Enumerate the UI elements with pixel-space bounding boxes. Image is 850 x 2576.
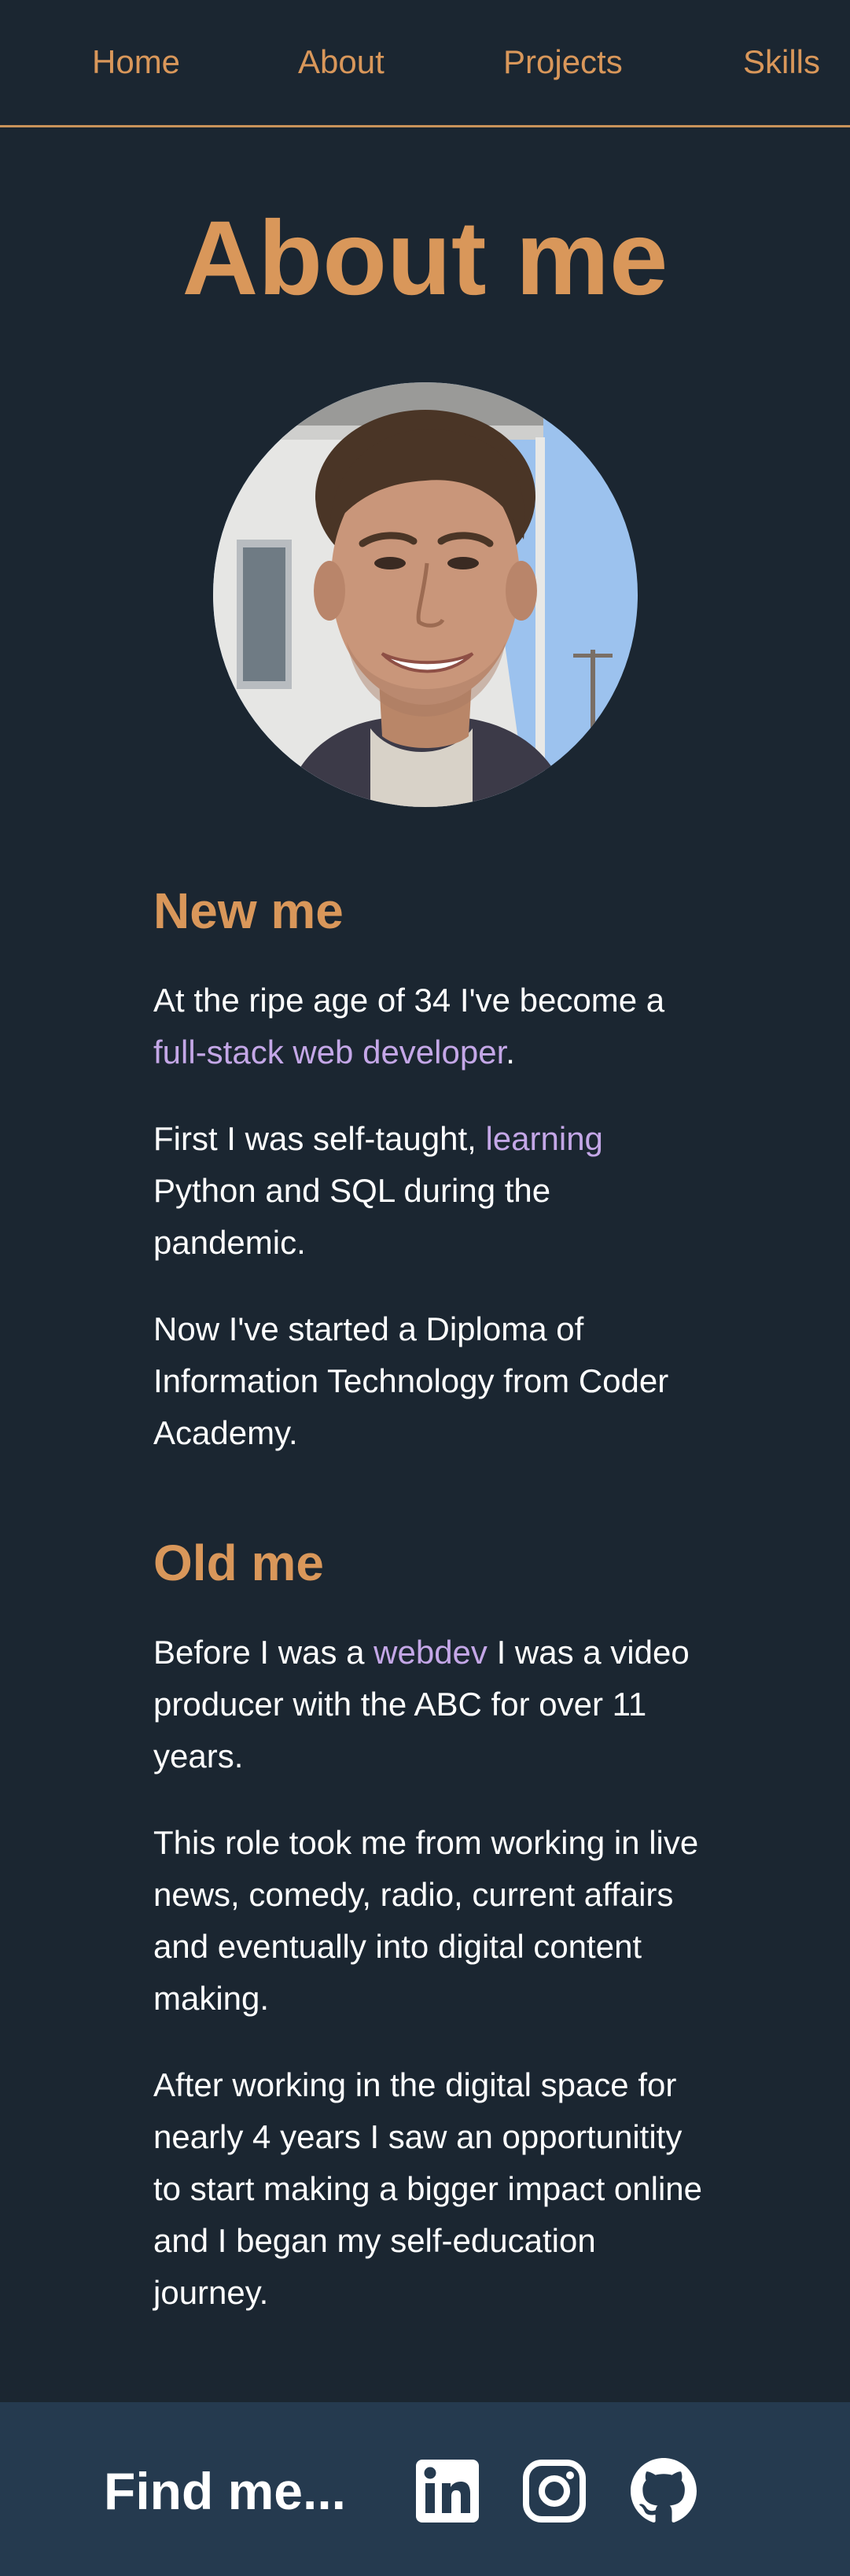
top-nav: Home About Projects Skills (0, 0, 850, 127)
new-me-paragraph-2: First I was self-taught, learning Python… (153, 1113, 704, 1269)
nav-home-link[interactable]: Home (92, 46, 180, 79)
new-me-paragraph-3: Now I've started a Diploma of Informatio… (153, 1310, 669, 1451)
section-heading-old-me: Old me (153, 1534, 324, 1591)
page-title: About me (182, 200, 668, 317)
footer: Find me... (0, 2402, 850, 2576)
avatar (213, 382, 638, 807)
text-fragment: Before I was a (153, 1633, 374, 1671)
about-content: New me At the ripe age of 34 I've become… (153, 881, 704, 2319)
text-fragment: . (506, 1033, 515, 1071)
instagram-icon[interactable] (521, 2458, 587, 2524)
text-fragment: At the ripe age of 34 I've become a (153, 981, 665, 1019)
full-stack-highlight: full-stack web developer (153, 1033, 506, 1071)
find-me-label: Find me... (104, 2462, 347, 2520)
new-me-paragraph-1: At the ripe age of 34 I've become a full… (153, 975, 704, 1078)
nav-projects-link[interactable]: Projects (503, 46, 623, 79)
nav-skills-link[interactable]: Skills (743, 46, 820, 79)
old-me-paragraph-2: This role took me from working in live n… (153, 1823, 699, 2017)
github-icon[interactable] (631, 2458, 697, 2524)
old-me-paragraph-1: Before I was a webdev I was a video prod… (153, 1627, 704, 1782)
nav-about-link[interactable]: About (298, 46, 385, 79)
webdev-highlight: webdev (373, 1633, 488, 1671)
section-heading-new-me: New me (153, 883, 344, 939)
text-fragment: Python and SQL during the pandemic. (153, 1171, 551, 1261)
text-fragment: First I was self-taught, (153, 1119, 486, 1157)
linkedin-icon[interactable] (414, 2458, 480, 2524)
old-me-paragraph-3: After working in the digital space for n… (153, 2066, 703, 2311)
avatar-photo (213, 382, 638, 807)
learning-highlight: learning (485, 1119, 603, 1157)
